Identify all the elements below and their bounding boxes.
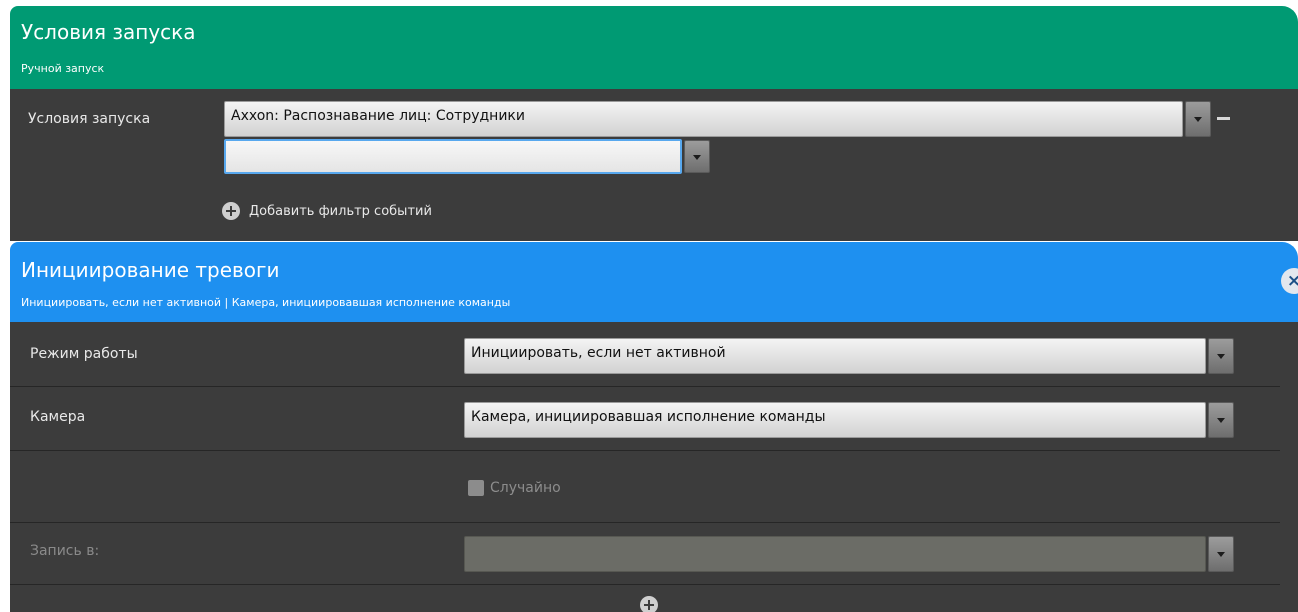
chevron-down-icon — [693, 154, 701, 160]
trigger-section-subtitle: Ручной запуск — [21, 62, 105, 75]
chevron-down-icon — [1217, 552, 1225, 557]
trigger-section-title: Условия запуска — [21, 20, 196, 44]
trigger-section-body: Условия запуска Axxon: Распознавание лиц… — [10, 89, 1298, 241]
plus-circle-icon — [222, 202, 240, 220]
event-filter-dropdown-button[interactable] — [684, 140, 710, 173]
camera-label: Камера — [30, 409, 86, 425]
trigger-section-header[interactable]: Условия запуска Ручной запуск — [10, 6, 1298, 89]
camera-select[interactable]: Камера, инициировавшая исполнение команд… — [464, 402, 1206, 438]
mode-value: Инициировать, если нет активной — [471, 345, 726, 361]
camera-dropdown-button[interactable] — [1208, 402, 1234, 438]
alarm-section-subtitle: Инициировать, если нет активной | Камера… — [21, 296, 511, 309]
chevron-down-icon — [1217, 418, 1225, 423]
record-to-dropdown-button[interactable] — [1208, 536, 1234, 572]
trigger-condition-value: Axxon: Распознавание лиц: Сотрудники — [231, 108, 525, 124]
alarm-section-title: Инициирование тревоги — [21, 258, 280, 282]
mode-dropdown-button[interactable] — [1208, 338, 1234, 374]
random-checkbox-label: Случайно — [490, 480, 561, 496]
macro-editor: Условия запуска Ручной запуск Условия за… — [0, 0, 1298, 612]
trigger-condition-dropdown-button[interactable] — [1185, 101, 1211, 137]
chevron-down-icon — [1217, 354, 1225, 359]
record-to-select[interactable] — [464, 536, 1206, 572]
alarm-section-header[interactable]: Инициирование тревоги Инициировать, если… — [10, 242, 1298, 322]
chevron-down-icon — [1194, 117, 1202, 122]
random-checkbox-control[interactable]: Случайно — [468, 480, 561, 496]
row-divider — [10, 584, 1280, 585]
row-divider — [10, 522, 1280, 523]
add-event-filter-label: Добавить фильтр событий — [249, 203, 432, 219]
record-to-label: Запись в: — [30, 543, 100, 559]
plus-circle-icon[interactable] — [640, 596, 658, 612]
alarm-section-body: Режим работы Инициировать, если нет акти… — [10, 322, 1298, 612]
close-icon[interactable]: × — [1281, 268, 1298, 294]
event-filter-input[interactable] — [224, 139, 682, 174]
minus-icon[interactable] — [1217, 117, 1230, 120]
row-divider — [10, 386, 1280, 387]
trigger-condition-select[interactable]: Axxon: Распознавание лиц: Сотрудники — [224, 101, 1183, 137]
mode-label: Режим работы — [30, 346, 138, 362]
add-event-filter-button[interactable]: Добавить фильтр событий — [222, 201, 432, 221]
row-divider — [10, 450, 1280, 451]
random-checkbox[interactable] — [468, 480, 484, 496]
trigger-condition-label: Условия запуска — [28, 111, 151, 127]
camera-value: Камера, инициировавшая исполнение команд… — [471, 409, 826, 425]
mode-select[interactable]: Инициировать, если нет активной — [464, 338, 1206, 374]
